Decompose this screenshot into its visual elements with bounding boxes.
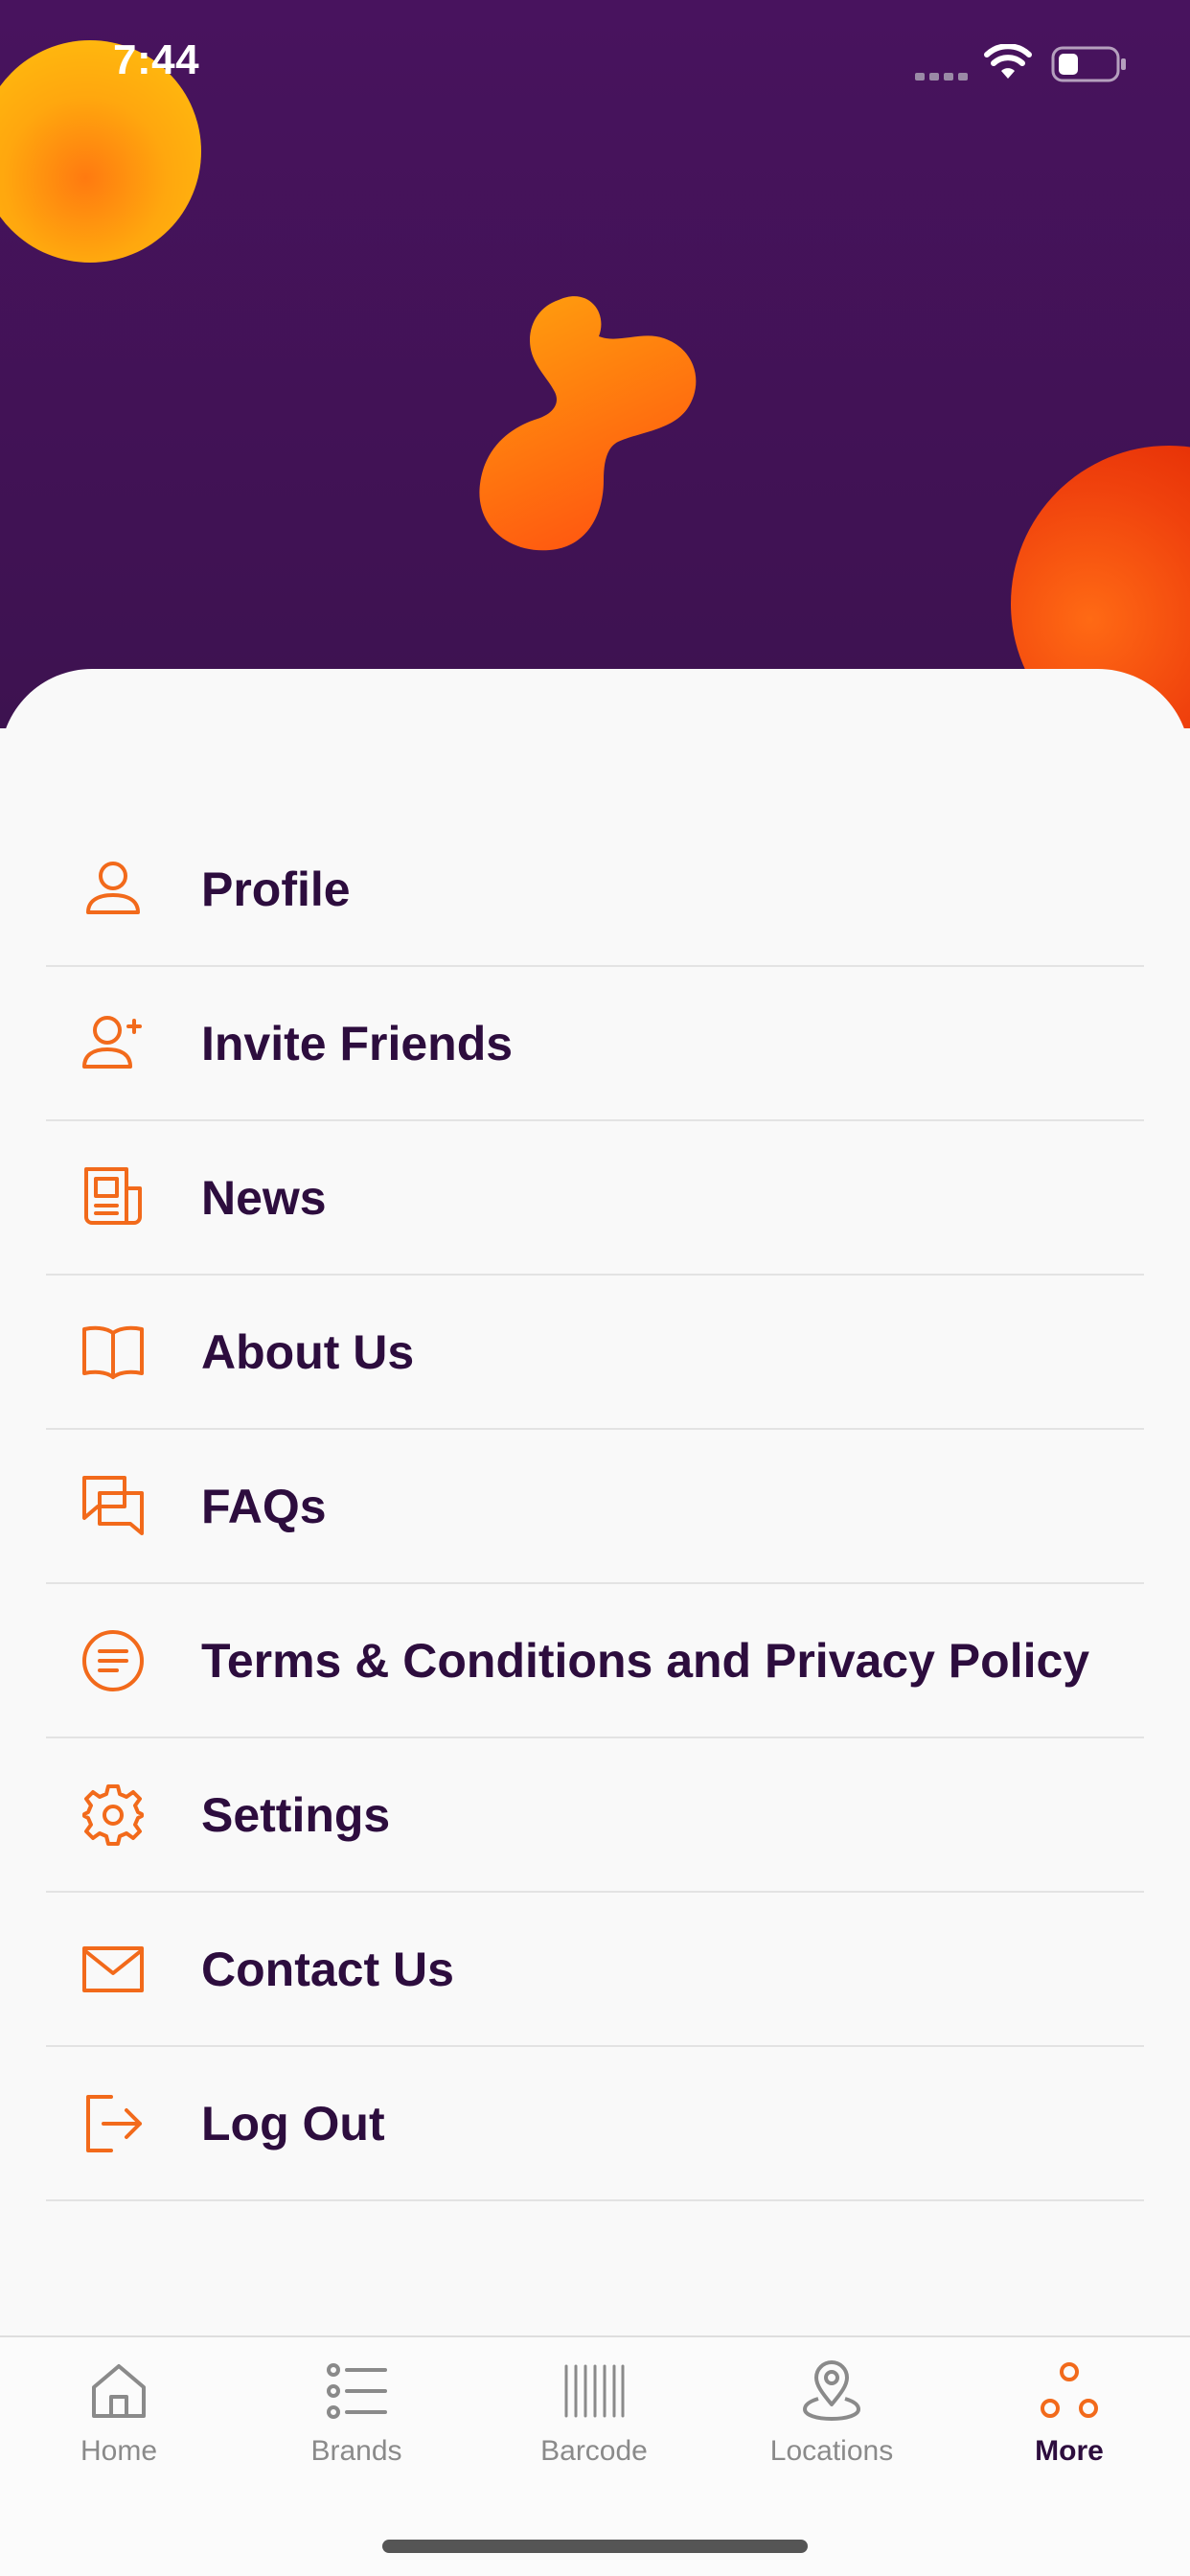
menu-item-label: Terms & Conditions and Privacy Policy bbox=[201, 1633, 1090, 1688]
barcode-icon bbox=[564, 2364, 625, 2418]
menu-item-label: Log Out bbox=[201, 2096, 385, 2150]
menu-item-invite-friends[interactable]: Invite Friends bbox=[46, 967, 1144, 1121]
menu-item-label: Invite Friends bbox=[201, 1016, 514, 1070]
battery-icon bbox=[1051, 46, 1126, 82]
tab-label: Barcode bbox=[540, 2435, 648, 2467]
menu-item-contact-us[interactable]: Contact Us bbox=[46, 1893, 1144, 2047]
document-lines-icon bbox=[82, 1629, 144, 1691]
newspaper-icon bbox=[84, 1166, 142, 1225]
home-indicator[interactable] bbox=[382, 2540, 808, 2553]
menu-item-label: Settings bbox=[201, 1787, 391, 1842]
menu-item-label: Profile bbox=[201, 862, 351, 916]
cellular-signal-icon bbox=[915, 73, 968, 80]
tab-barcode[interactable]: Barcode bbox=[475, 2360, 713, 2514]
user-icon bbox=[86, 861, 140, 914]
gear-icon bbox=[82, 1783, 144, 1846]
tab-home[interactable]: Home bbox=[0, 2360, 238, 2514]
tab-brands[interactable]: Brands bbox=[238, 2360, 475, 2514]
status-bar: 7:44 bbox=[0, 0, 1190, 125]
tab-label: Brands bbox=[310, 2435, 402, 2467]
book-open-icon bbox=[82, 1325, 144, 1379]
menu-item-settings[interactable]: Settings bbox=[46, 1738, 1144, 1893]
menu-item-log-out[interactable]: Log Out bbox=[46, 2047, 1144, 2201]
more-menu-list: Profile Invite Friends News About Us FAQ… bbox=[46, 813, 1144, 2201]
tab-label: More bbox=[1035, 2435, 1104, 2467]
mail-icon bbox=[82, 1945, 144, 1992]
menu-item-profile[interactable]: Profile bbox=[46, 813, 1144, 967]
tab-label: Home bbox=[80, 2435, 158, 2467]
chat-bubbles-icon bbox=[82, 1475, 144, 1535]
menu-item-news[interactable]: News bbox=[46, 1121, 1144, 1276]
menu-item-label: News bbox=[201, 1170, 327, 1225]
user-plus-icon bbox=[82, 1015, 142, 1069]
list-icon bbox=[327, 2363, 387, 2419]
wifi-icon bbox=[984, 44, 1032, 79]
tab-more[interactable]: More bbox=[950, 2360, 1188, 2514]
logout-icon bbox=[86, 2094, 142, 2152]
menu-sheet: Profile Invite Friends News About Us FAQ… bbox=[0, 669, 1190, 2336]
home-icon bbox=[92, 2364, 146, 2418]
brand-logo-icon bbox=[479, 296, 697, 551]
more-circles-icon bbox=[1041, 2362, 1098, 2418]
location-pin-icon bbox=[803, 2360, 860, 2421]
menu-item-label: About Us bbox=[201, 1324, 415, 1379]
menu-item-about-us[interactable]: About Us bbox=[46, 1276, 1144, 1430]
tab-label: Locations bbox=[769, 2435, 894, 2467]
menu-item-terms-privacy[interactable]: Terms & Conditions and Privacy Policy bbox=[46, 1584, 1144, 1738]
menu-item-label: FAQs bbox=[201, 1479, 327, 1533]
menu-item-label: Contact Us bbox=[201, 1942, 454, 1996]
tab-locations[interactable]: Locations bbox=[713, 2360, 950, 2514]
status-time: 7:44 bbox=[113, 36, 200, 83]
menu-item-faqs[interactable]: FAQs bbox=[46, 1430, 1144, 1584]
